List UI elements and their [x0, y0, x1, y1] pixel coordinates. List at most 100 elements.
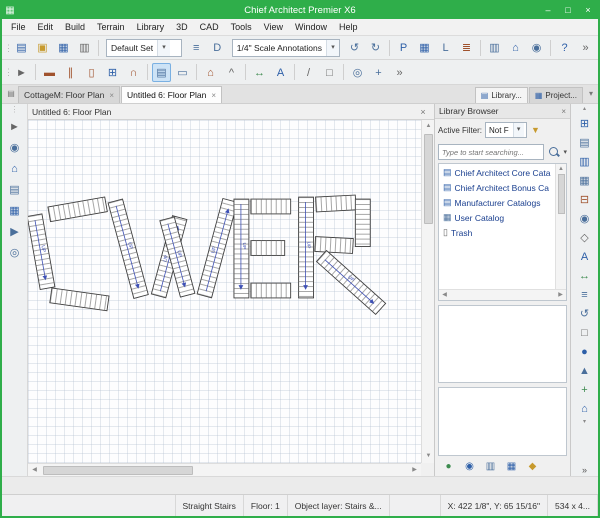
select-objects-icon[interactable]: ► — [12, 63, 31, 82]
annotation-scale-combo[interactable]: 1/4" Scale Annotations ▾ — [232, 39, 340, 57]
layer-display-options-icon[interactable]: ≡ — [187, 38, 206, 57]
stair-run[interactable]: UP — [197, 198, 237, 297]
stair-run[interactable]: UP — [316, 250, 385, 314]
stair-run[interactable] — [316, 195, 357, 212]
zoom-tool-icon[interactable]: ◎ — [5, 243, 24, 262]
new-plan-icon[interactable]: ▤ — [12, 38, 31, 57]
layout-icon[interactable]: L — [436, 38, 455, 57]
print-plan-icon[interactable]: ▥ — [75, 38, 94, 57]
library-browser-icon[interactable]: ≣ — [457, 38, 476, 57]
close-icon[interactable]: × — [561, 107, 566, 116]
elevation-marker-icon[interactable]: ▲ — [575, 361, 595, 380]
panel-tab-library[interactable]: ▤ Library... — [475, 87, 528, 103]
fillet-icon[interactable]: ◇ — [575, 228, 595, 247]
stair-run[interactable] — [315, 237, 354, 254]
stair-run[interactable]: UP — [234, 199, 249, 298]
active-filter-combo[interactable]: Not F ▾ — [485, 122, 527, 138]
stair-run[interactable] — [251, 241, 285, 256]
menu-terrain[interactable]: Terrain — [91, 20, 131, 34]
reflect-icon[interactable]: □ — [575, 323, 595, 342]
landing-icon[interactable]: ▭ — [173, 63, 192, 82]
toolbar-overflow-icon[interactable]: » — [576, 38, 595, 57]
open-plan-icon[interactable]: ▣ — [33, 38, 52, 57]
opening-icon[interactable]: ∩ — [124, 63, 143, 82]
save-plan-icon[interactable]: ▦ — [54, 38, 73, 57]
tree-item-user-catalog[interactable]: ▦ User Catalog — [439, 210, 555, 225]
stair-run[interactable] — [355, 199, 370, 246]
toolbar-overflow-icon[interactable]: » — [582, 465, 587, 475]
menu-view[interactable]: View — [258, 20, 289, 34]
maximize-button[interactable]: □ — [558, 3, 578, 18]
menu-edit[interactable]: Edit — [32, 20, 60, 34]
panel-menu-icon[interactable]: ▾ — [584, 87, 598, 101]
panel-view-2-icon[interactable]: ▦ — [503, 458, 520, 475]
scrollbar-thumb[interactable] — [424, 134, 433, 224]
stair-run[interactable] — [48, 197, 107, 222]
toolbar-grip[interactable]: ⋮ — [11, 106, 19, 116]
cad-box-icon[interactable]: □ — [320, 63, 339, 82]
scrollbar-thumb[interactable] — [558, 174, 565, 214]
wall-icon[interactable]: ▬ — [40, 63, 59, 82]
straight-stairs-icon[interactable]: ▤ — [152, 63, 171, 82]
menu-3d[interactable]: 3D — [170, 20, 194, 34]
text-style-icon[interactable]: A — [575, 247, 595, 266]
stair-run[interactable] — [251, 283, 291, 298]
dimension-icon[interactable]: ↔ — [250, 63, 269, 82]
toolbar-grip[interactable]: ⋮ — [4, 40, 9, 56]
overview-icon[interactable]: ⌂ — [5, 159, 24, 178]
online-catalogs-icon[interactable]: ◉ — [461, 458, 478, 475]
home-icon[interactable]: ⌂ — [506, 38, 525, 57]
tab-cottagem-floor-plan[interactable]: CottageM: Floor Plan × — [18, 86, 120, 103]
stair-run[interactable] — [50, 288, 109, 311]
annotate-icon[interactable]: ⌂ — [575, 399, 595, 418]
stair-run[interactable]: UP — [108, 199, 148, 298]
scroll-up-icon[interactable]: ▴ — [583, 105, 586, 114]
elevation-icon[interactable]: ▤ — [5, 180, 24, 199]
text-icon[interactable]: A — [271, 63, 290, 82]
tree-horizontal-scrollbar[interactable]: ◀ ▶ — [439, 289, 566, 300]
core-content-icon[interactable]: ● — [440, 458, 457, 475]
scroll-up-icon[interactable]: ▲ — [422, 120, 435, 133]
stair-run[interactable] — [251, 199, 291, 214]
zoom-icon[interactable]: ◎ — [348, 63, 367, 82]
menu-library[interactable]: Library — [131, 20, 171, 34]
camera-view-icon[interactable]: ◉ — [527, 38, 546, 57]
select-next-icon[interactable]: ◉ — [575, 209, 595, 228]
tree-item-manufacturer-catalogs[interactable]: ▤ Manufacturer Catalogs — [439, 195, 555, 210]
open-object-icon[interactable]: ⊞ — [575, 114, 595, 133]
stair-run[interactable]: UP — [28, 214, 55, 290]
library-search-input[interactable] — [438, 144, 544, 160]
walkthrough-icon[interactable]: ▶ — [5, 222, 24, 241]
menu-file[interactable]: File — [5, 20, 32, 34]
scroll-down-icon[interactable]: ▼ — [422, 450, 435, 463]
window-icon[interactable]: ⊞ — [103, 63, 122, 82]
scroll-down-icon[interactable]: ▾ — [583, 418, 586, 427]
scrollbar-track[interactable] — [193, 464, 408, 476]
menu-cad[interactable]: CAD — [194, 20, 225, 34]
close-icon[interactable]: × — [109, 91, 114, 100]
help-icon[interactable]: ? — [555, 38, 574, 57]
menu-tools[interactable]: Tools — [225, 20, 258, 34]
close-icon[interactable]: × — [211, 91, 216, 100]
select-tool-icon[interactable]: ► — [5, 117, 24, 136]
scrollbar-track[interactable] — [422, 225, 434, 450]
search-icon[interactable] — [547, 145, 561, 159]
redo-icon[interactable]: ↻ — [366, 38, 385, 57]
add-object-icon[interactable]: + — [575, 380, 595, 399]
menu-build[interactable]: Build — [59, 20, 91, 34]
tree-item-bonus-catalogs[interactable]: ▤ Chief Architect Bonus Ca — [439, 180, 555, 195]
tree-vertical-scrollbar[interactable]: ▲ — [555, 164, 566, 289]
layerset-combo[interactable]: Default Set ▾ — [106, 39, 182, 57]
sticky-mode-icon[interactable]: ▦ — [575, 171, 595, 190]
dock-windows-icon[interactable]: ▤ — [4, 87, 18, 101]
vertical-scrollbar[interactable]: ▲ ▼ — [421, 120, 434, 463]
reference-display-icon[interactable]: ▥ — [485, 38, 504, 57]
row-overflow-icon[interactable]: » — [390, 63, 409, 82]
door-icon[interactable]: ▯ — [82, 63, 101, 82]
tab-untitled6-floor-plan[interactable]: Untitled 6: Floor Plan × — [121, 86, 222, 103]
ceiling-icon[interactable]: ^ — [222, 63, 241, 82]
tree-item-trash[interactable]: ▯ Trash — [439, 225, 555, 240]
close-icon[interactable]: × — [416, 107, 430, 117]
pan-icon[interactable]: + — [369, 63, 388, 82]
horizontal-scrollbar[interactable]: ◀ ▶ — [28, 463, 421, 476]
